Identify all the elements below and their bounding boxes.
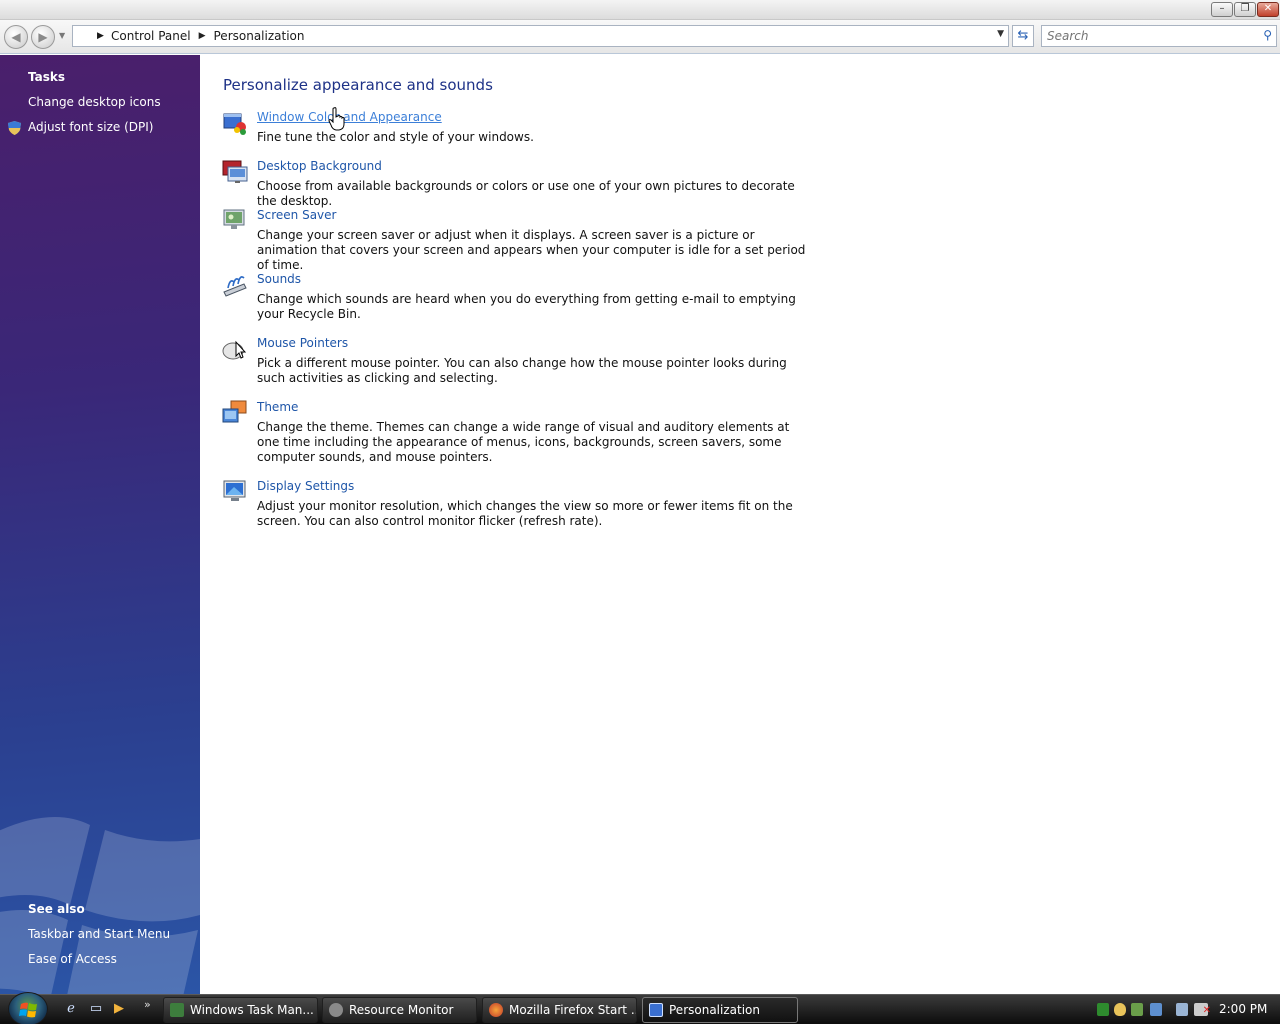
tray-network-icon[interactable]: [1176, 1003, 1188, 1016]
show-desktop-icon[interactable]: ▭: [88, 1001, 104, 1017]
firefox-icon: [489, 1003, 503, 1017]
breadcrumb-control-panel[interactable]: Control Panel: [111, 29, 191, 43]
screen-saver-link[interactable]: Screen Saver: [257, 208, 336, 222]
address-dropdown-icon[interactable]: ▼: [997, 29, 1004, 39]
uac-shield-icon: [8, 121, 21, 135]
address-bar[interactable]: ▶ Control Panel ▶ Personalization ▼: [72, 25, 1009, 47]
change-desktop-icons-link[interactable]: Change desktop icons: [28, 95, 161, 109]
breadcrumb-personalization[interactable]: Personalization: [214, 29, 305, 43]
mouse-pointers-link[interactable]: Mouse Pointers: [257, 336, 348, 350]
back-arrow-icon: ◀: [11, 30, 21, 44]
taskbar: ℯ ▭ ▶ » Windows Task Man... Resource Mon…: [0, 992, 1280, 1024]
sounds-icon: [223, 276, 247, 297]
navigation-bar: ◀ ▶ ▼ ▶ Control Panel ▶ Personalization …: [0, 20, 1280, 54]
quick-launch-more-icon[interactable]: »: [144, 998, 151, 1011]
main-content: Personalize appearance and sounds Window…: [200, 55, 1280, 994]
resource-monitor-icon: [329, 1003, 343, 1017]
minimize-button[interactable]: –: [1211, 2, 1233, 17]
task-manager-icon: [170, 1003, 184, 1017]
item-description: Change which sounds are heard when you d…: [257, 292, 796, 321]
refresh-icon: ⇆: [1017, 28, 1029, 43]
refresh-button[interactable]: ⇆: [1012, 25, 1034, 47]
window-color-and-appearance-link[interactable]: Window Color and Appearance: [257, 110, 442, 124]
close-button[interactable]: ✕: [1257, 2, 1279, 17]
tasks-heading: Tasks: [28, 70, 66, 84]
sidebar: Tasks Change desktop icons Adjust font s…: [0, 55, 200, 994]
item-description: Pick a different mouse pointer. You can …: [257, 356, 787, 385]
taskbar-and-start-menu-link[interactable]: Taskbar and Start Menu: [28, 927, 170, 941]
page-title: Personalize appearance and sounds: [223, 76, 493, 94]
display-settings-link[interactable]: Display Settings: [257, 479, 354, 493]
recent-pages-dropdown[interactable]: ▼: [59, 31, 65, 40]
taskbar-personalization[interactable]: Personalization: [642, 997, 798, 1023]
see-also-heading: See also: [28, 902, 85, 916]
taskbar-task-manager[interactable]: Windows Task Man...: [163, 997, 318, 1023]
taskbar-task-label: Mozilla Firefox Start ...: [509, 1003, 637, 1017]
taskbar-resource-monitor[interactable]: Resource Monitor: [322, 997, 477, 1023]
item-description: Choose from available backgrounds or col…: [257, 179, 795, 208]
taskbar-clock[interactable]: 2:00 PM: [1219, 1002, 1267, 1016]
search-box[interactable]: ⚲: [1041, 25, 1277, 47]
window-color-icon: [223, 113, 246, 135]
hand-cursor-icon: [328, 107, 345, 131]
internet-explorer-icon[interactable]: ℯ: [63, 1001, 79, 1017]
ease-of-access-link[interactable]: Ease of Access: [28, 952, 117, 966]
search-input[interactable]: [1042, 26, 1242, 46]
tray-network-status-icon[interactable]: [1097, 1003, 1109, 1016]
taskbar-task-label: Resource Monitor: [349, 1003, 454, 1017]
mouse-pointers-icon: [222, 340, 247, 360]
forward-button[interactable]: ▶: [31, 25, 55, 49]
theme-link[interactable]: Theme: [257, 400, 298, 414]
item-description: Adjust your monitor resolution, which ch…: [257, 499, 793, 528]
sounds-link[interactable]: Sounds: [257, 272, 301, 286]
start-button[interactable]: [8, 992, 48, 1024]
item-description: Change the theme. Themes can change a wi…: [257, 420, 790, 464]
display-settings-icon: [223, 480, 246, 501]
tray-security-shield-icon[interactable]: [1114, 1003, 1126, 1016]
windows-logo-icon: [19, 1002, 37, 1018]
forward-arrow-icon: ▶: [38, 30, 48, 44]
back-button[interactable]: ◀: [4, 25, 28, 49]
tray-volume-muted-icon[interactable]: ✕: [1194, 1003, 1211, 1016]
adjust-font-size-link[interactable]: Adjust font size (DPI): [28, 120, 153, 134]
taskbar-task-label: Personalization: [669, 1003, 760, 1017]
desktop-background-link[interactable]: Desktop Background: [257, 159, 382, 173]
tray-app-icon[interactable]: [1131, 1003, 1143, 1016]
screen-saver-icon: [223, 209, 245, 229]
breadcrumb-root-chevron-icon[interactable]: ▶: [97, 31, 104, 41]
desktop-background-icon: [222, 160, 248, 183]
restore-button[interactable]: ❐: [1234, 2, 1256, 17]
personalization-icon: [649, 1003, 663, 1017]
taskbar-firefox[interactable]: Mozilla Firefox Start ...: [482, 997, 637, 1023]
tray-sync-icon[interactable]: [1150, 1003, 1162, 1016]
breadcrumb-chevron-icon[interactable]: ▶: [199, 31, 206, 41]
item-description: Change your screen saver or adjust when …: [257, 228, 806, 272]
search-icon[interactable]: ⚲: [1263, 28, 1272, 42]
media-player-icon[interactable]: ▶: [111, 1001, 127, 1017]
title-bar: – ❐ ✕: [0, 0, 1280, 20]
taskbar-task-label: Windows Task Man...: [190, 1003, 314, 1017]
item-description: Fine tune the color and style of your wi…: [257, 130, 534, 144]
theme-icon: [222, 400, 247, 423]
